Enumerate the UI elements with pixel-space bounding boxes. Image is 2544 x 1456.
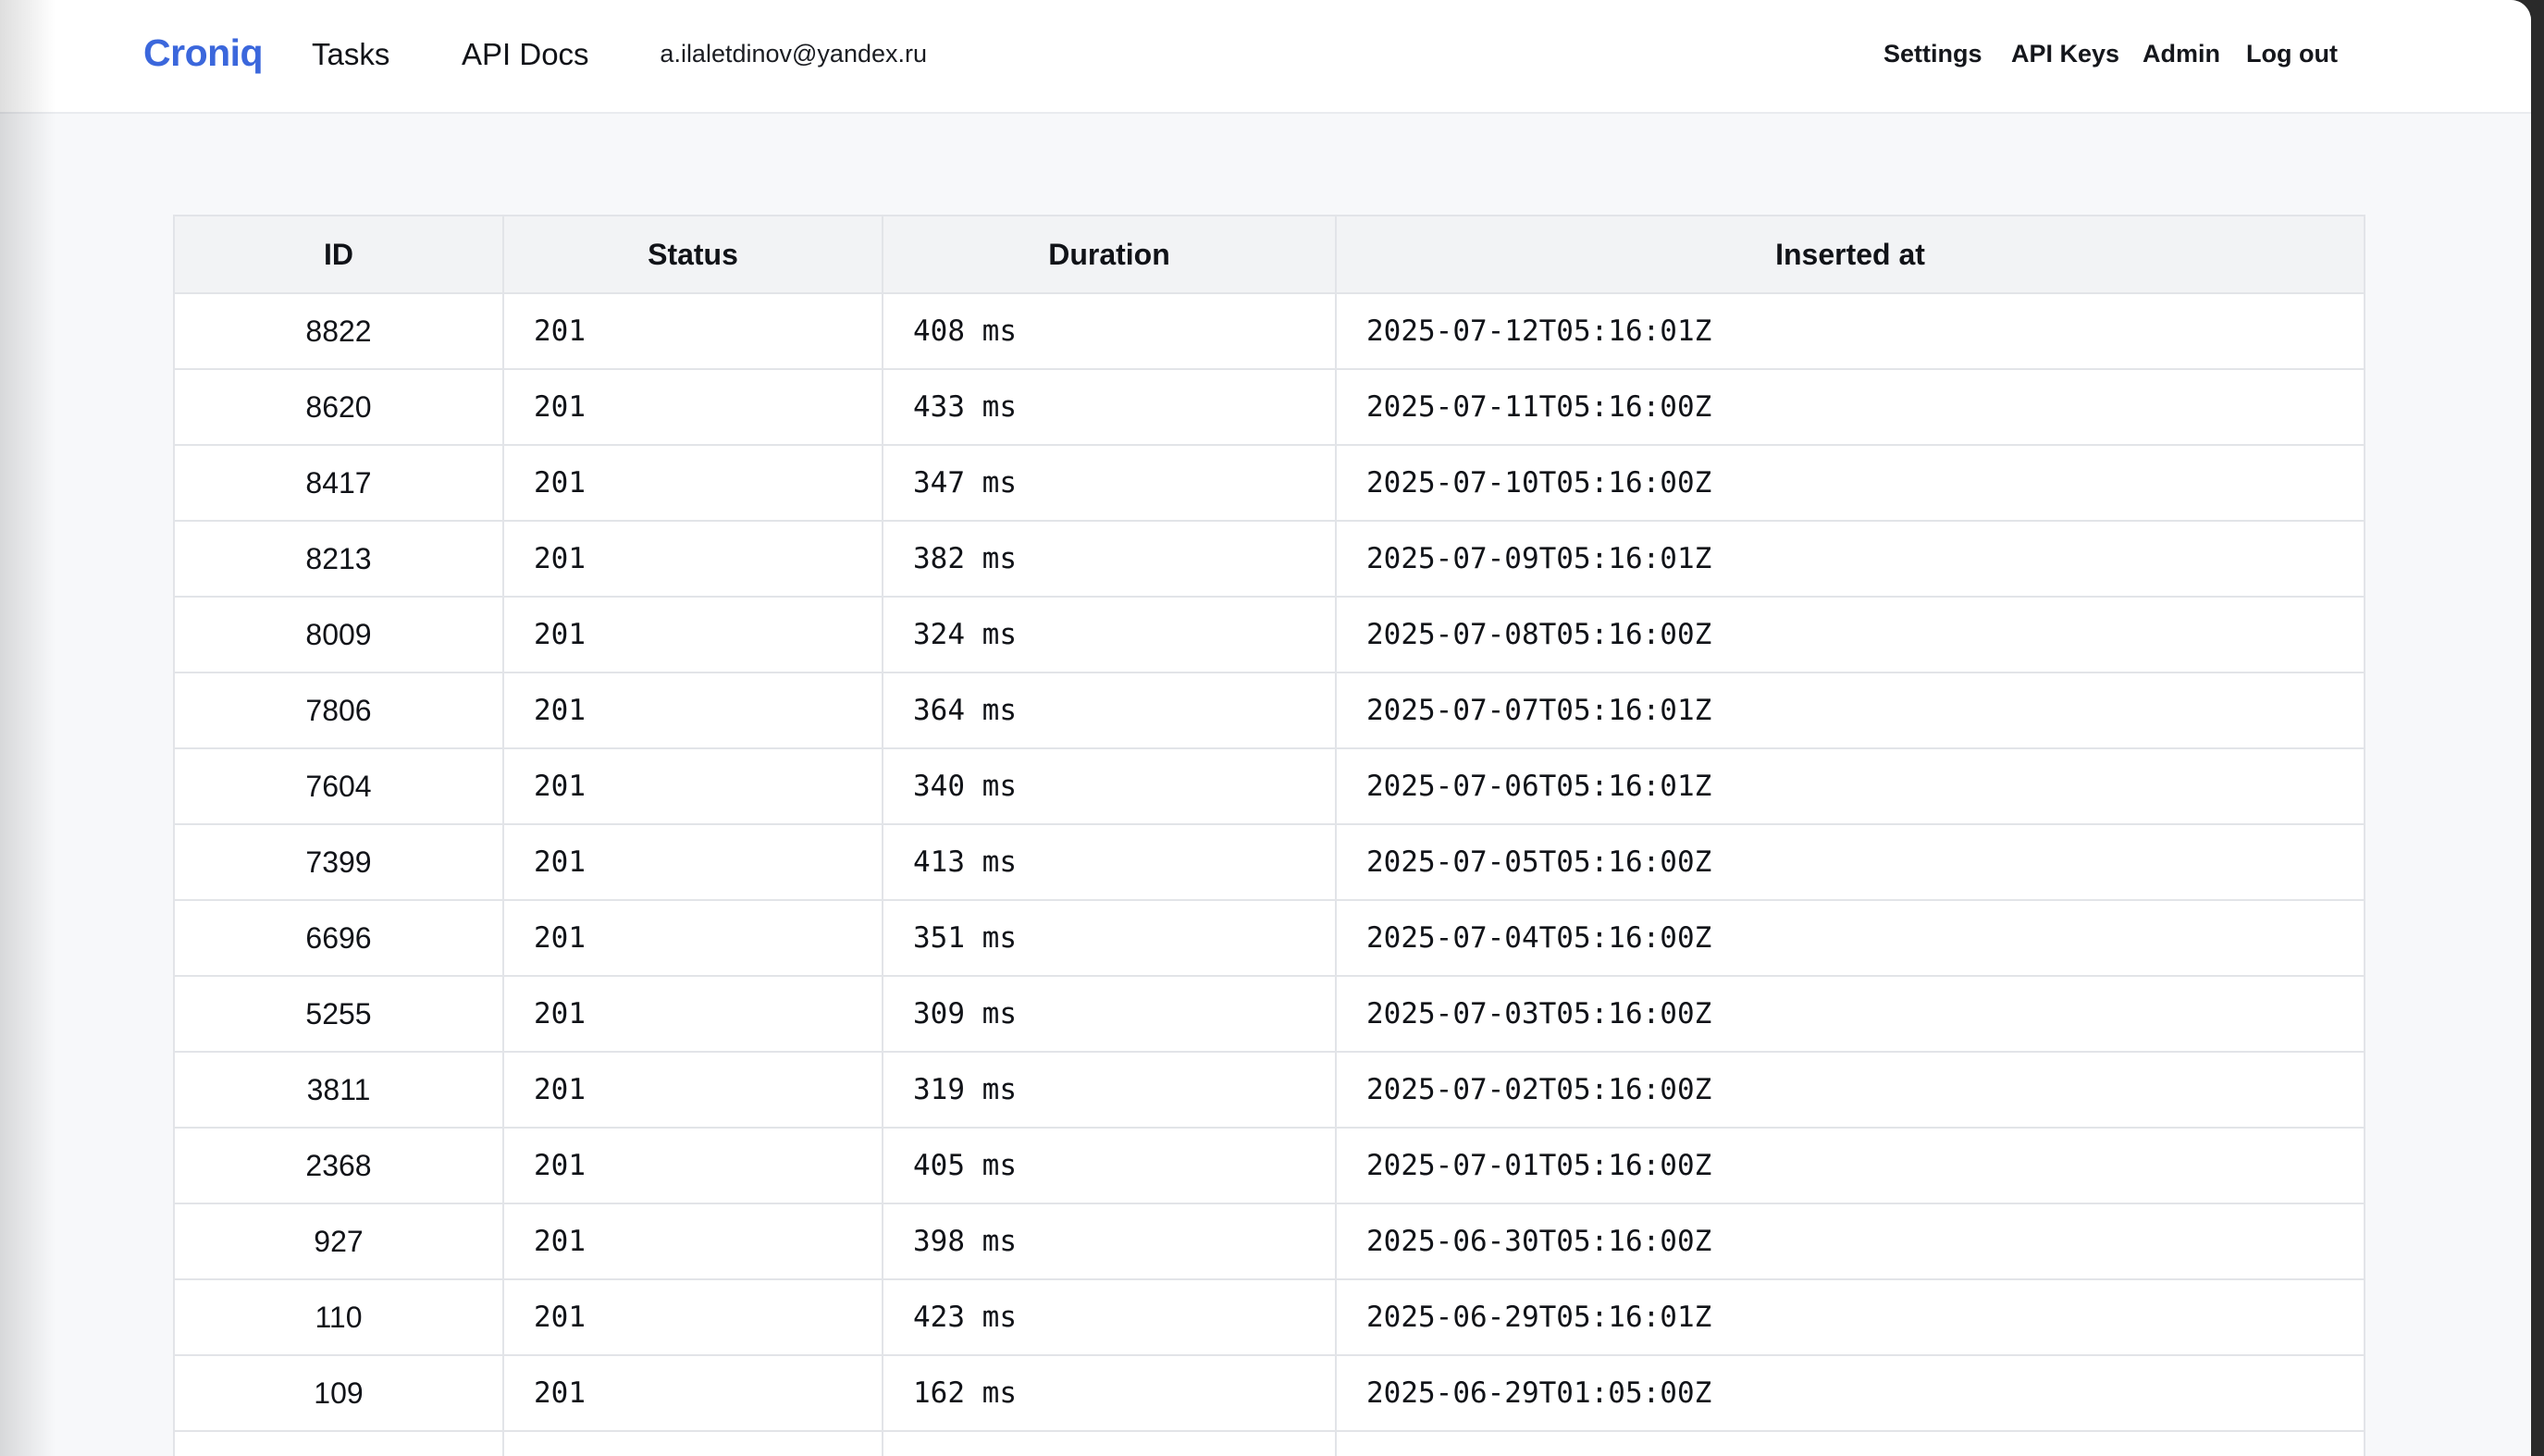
table-row: 8417 201 347 ms 2025-07-10T05:16:00Z: [173, 444, 2365, 522]
table-body: 8822 201 408 ms 2025-07-12T05:16:01Z 8620 201…: [173, 292, 2365, 1456]
table-row: [173, 1430, 2365, 1456]
cell-id: 3811: [173, 1051, 504, 1129]
cell-status: 201: [502, 1278, 883, 1356]
cell-status: 201: [502, 975, 883, 1053]
cell-status: 201: [502, 444, 883, 522]
user-email: a.ilaletdinov@yandex.ru: [660, 40, 927, 68]
cell-id: 5255: [173, 975, 504, 1053]
table-row: 8822 201 408 ms 2025-07-12T05:16:01Z: [173, 292, 2365, 370]
cell-duration: 413 ms: [882, 823, 1337, 901]
table-row: 8213 201 382 ms 2025-07-09T05:16:01Z: [173, 520, 2365, 598]
cell-duration: 364 ms: [882, 672, 1337, 749]
cell-duration: 423 ms: [882, 1278, 1337, 1356]
cell-status: 201: [502, 1354, 883, 1432]
cell-id: 7399: [173, 823, 504, 901]
cell-duration: 340 ms: [882, 747, 1337, 825]
cell-id: 2368: [173, 1127, 504, 1204]
nav-api-keys[interactable]: API Keys: [2011, 40, 2119, 68]
table-row: 927 201 398 ms 2025-06-30T05:16:00Z: [173, 1203, 2365, 1280]
cell-inserted-at: 2025-07-02T05:16:00Z: [1335, 1051, 2365, 1129]
cell-id: 8620: [173, 368, 504, 446]
table-row: 3811 201 319 ms 2025-07-02T05:16:00Z: [173, 1051, 2365, 1129]
column-header-duration: Duration: [882, 215, 1337, 294]
table-row: 109 201 162 ms 2025-06-29T01:05:00Z: [173, 1354, 2365, 1432]
cell-inserted-at: 2025-07-12T05:16:01Z: [1335, 292, 2365, 370]
cell-status: 201: [502, 292, 883, 370]
cell-duration: 309 ms: [882, 975, 1337, 1053]
cell-duration: 162 ms: [882, 1354, 1337, 1432]
nav-admin[interactable]: Admin: [2143, 40, 2220, 68]
window-edge-shadow: [0, 0, 56, 1456]
cell-duration: 405 ms: [882, 1127, 1337, 1204]
cell-inserted-at: 2025-07-07T05:16:01Z: [1335, 672, 2365, 749]
cell-id: 927: [173, 1203, 504, 1280]
cell-inserted-at: 2025-07-10T05:16:00Z: [1335, 444, 2365, 522]
cell-duration: 319 ms: [882, 1051, 1337, 1129]
table-row: 6696 201 351 ms 2025-07-04T05:16:00Z: [173, 899, 2365, 977]
cell-status: 201: [502, 596, 883, 673]
cell-inserted-at: 2025-07-05T05:16:00Z: [1335, 823, 2365, 901]
cell-inserted-at: 2025-07-04T05:16:00Z: [1335, 899, 2365, 977]
task-runs-table-container: ID Status Duration Inserted at 8822 201 40…: [173, 215, 2365, 1456]
cell-duration: 347 ms: [882, 444, 1337, 522]
cell-duration: 408 ms: [882, 292, 1337, 370]
nav-tasks[interactable]: Tasks: [312, 37, 389, 72]
cell-duration: 433 ms: [882, 368, 1337, 446]
table-row: 7399 201 413 ms 2025-07-05T05:16:00Z: [173, 823, 2365, 901]
cell-id: 8009: [173, 596, 504, 673]
cell-duration: 382 ms: [882, 520, 1337, 598]
cell-inserted-at: 2025-07-06T05:16:01Z: [1335, 747, 2365, 825]
column-header-status: Status: [502, 215, 883, 294]
cell-inserted-at: 2025-07-11T05:16:00Z: [1335, 368, 2365, 446]
cell-inserted-at: 2025-07-03T05:16:00Z: [1335, 975, 2365, 1053]
cell-inserted-at: 2025-06-30T05:16:00Z: [1335, 1203, 2365, 1280]
cell-id: 109: [173, 1354, 504, 1432]
table-row: 5255 201 309 ms 2025-07-03T05:16:00Z: [173, 975, 2365, 1053]
cell-id: 8417: [173, 444, 504, 522]
top-nav-bar: Croniq Tasks API Docs a.ilaletdinov@yand…: [0, 0, 2531, 114]
cell-id: 110: [173, 1278, 504, 1356]
table-row: 8009 201 324 ms 2025-07-08T05:16:00Z: [173, 596, 2365, 673]
cell-status: [502, 1430, 883, 1456]
table-row: 8620 201 433 ms 2025-07-11T05:16:00Z: [173, 368, 2365, 446]
cell-status: 201: [502, 368, 883, 446]
cell-duration: 351 ms: [882, 899, 1337, 977]
brand-logo[interactable]: Croniq: [143, 31, 264, 75]
cell-status: 201: [502, 1203, 883, 1280]
cell-inserted-at: 2025-07-01T05:16:00Z: [1335, 1127, 2365, 1204]
cell-id: 7604: [173, 747, 504, 825]
cell-id: 6696: [173, 899, 504, 977]
cell-duration: 324 ms: [882, 596, 1337, 673]
cell-inserted-at: 2025-07-08T05:16:00Z: [1335, 596, 2365, 673]
cell-id: 8822: [173, 292, 504, 370]
cell-duration: 398 ms: [882, 1203, 1337, 1280]
nav-settings[interactable]: Settings: [1883, 40, 1982, 68]
table-row: 110 201 423 ms 2025-06-29T05:16:01Z: [173, 1278, 2365, 1356]
cell-id: 8213: [173, 520, 504, 598]
cell-inserted-at: 2025-06-29T05:16:01Z: [1335, 1278, 2365, 1356]
nav-api-docs[interactable]: API Docs: [462, 37, 589, 72]
cell-id: 7806: [173, 672, 504, 749]
column-header-inserted-at: Inserted at: [1335, 215, 2365, 294]
cell-status: 201: [502, 672, 883, 749]
table-row: 7604 201 340 ms 2025-07-06T05:16:01Z: [173, 747, 2365, 825]
cell-inserted-at: [1335, 1430, 2365, 1456]
cell-id: [173, 1430, 504, 1456]
task-runs-table: ID Status Duration Inserted at 8822 201 40…: [173, 215, 2365, 1456]
table-row: 7806 201 364 ms 2025-07-07T05:16:01Z: [173, 672, 2365, 749]
cell-status: 201: [502, 1127, 883, 1204]
cell-status: 201: [502, 823, 883, 901]
table-row: 2368 201 405 ms 2025-07-01T05:16:00Z: [173, 1127, 2365, 1204]
cell-status: 201: [502, 899, 883, 977]
cell-status: 201: [502, 747, 883, 825]
cell-status: 201: [502, 1051, 883, 1129]
cell-inserted-at: 2025-07-09T05:16:01Z: [1335, 520, 2365, 598]
cell-duration: [882, 1430, 1337, 1456]
browser-window: Croniq Tasks API Docs a.ilaletdinov@yand…: [0, 0, 2531, 1456]
column-header-id: ID: [173, 215, 504, 294]
table-header-row: ID Status Duration Inserted at: [173, 215, 2365, 294]
cell-status: 201: [502, 520, 883, 598]
logout-link[interactable]: Log out: [2246, 40, 2338, 68]
cell-inserted-at: 2025-06-29T01:05:00Z: [1335, 1354, 2365, 1432]
